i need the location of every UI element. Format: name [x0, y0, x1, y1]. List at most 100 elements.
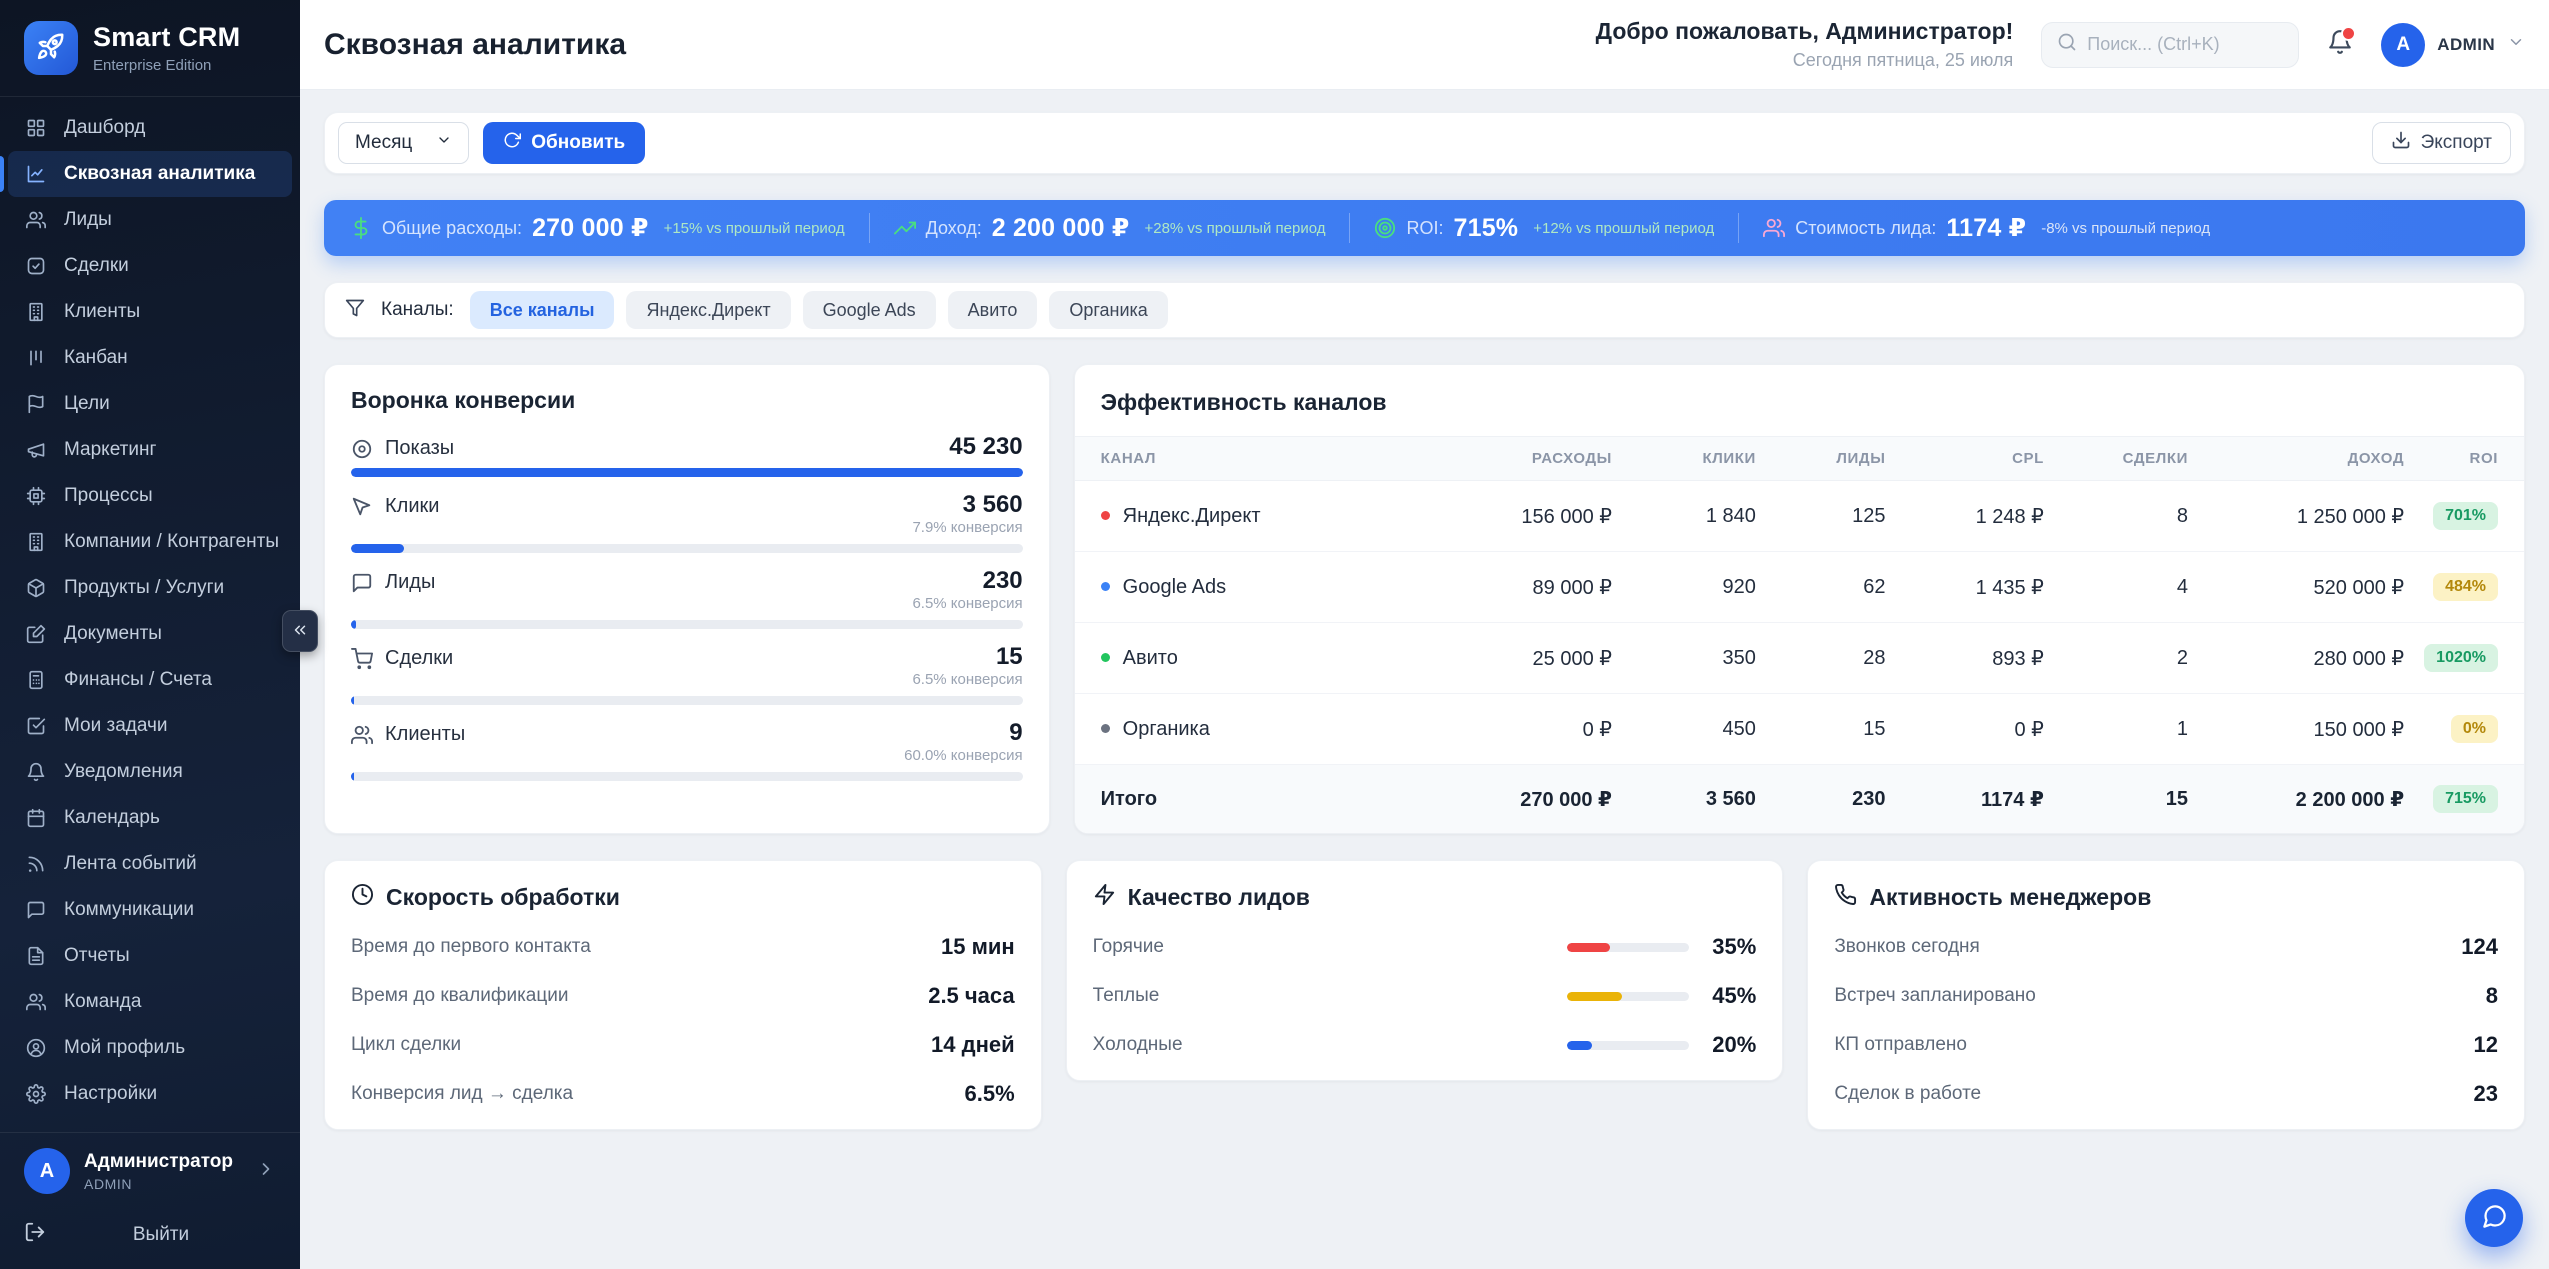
roi-badge: 0% [2451, 715, 2498, 743]
sidebar-item-marketing[interactable]: Маркетинг [8, 427, 292, 473]
sidebar-item-dashboard[interactable]: Дашборд [8, 105, 292, 151]
channels-table-title: Эффективность каналов [1075, 365, 2524, 436]
sidebar-item-settings[interactable]: Настройки [8, 1071, 292, 1117]
channel-chip-all[interactable]: Все каналы [470, 291, 615, 329]
main-area: Сквозная аналитика Добро пожаловать, Адм… [300, 0, 2549, 1269]
welcome-block: Добро пожаловать, Администратор! Сегодня… [1596, 18, 2014, 71]
sidebar-item-finance[interactable]: Финансы / Счета [8, 657, 292, 703]
channel-dot [1101, 582, 1110, 591]
activity-title: Активность менеджеров [1869, 884, 2151, 911]
channel-row: Авито 25 000 ₽35028893 ₽2280 000 ₽ 1020% [1075, 623, 2524, 694]
target-icon [1374, 217, 1396, 239]
quality-row: Горячие 35% [1093, 934, 1757, 960]
export-button[interactable]: Экспорт [2372, 122, 2511, 164]
metrics-row: Скорость обработки Время до первого конт… [324, 860, 2525, 1130]
quality-bar [1567, 992, 1689, 1001]
channel-row: Яндекс.Директ 156 000 ₽1 8401251 248 ₽81… [1075, 481, 2524, 552]
sidebar-item-leads[interactable]: Лиды [8, 197, 292, 243]
channel-chip-avito[interactable]: Авито [948, 291, 1038, 329]
user-role-label: ADMIN [2437, 35, 2495, 55]
sidebar-item-tasks[interactable]: Мои задачи [8, 703, 292, 749]
sidebar-item-kanban[interactable]: Канбан [8, 335, 292, 381]
stat-revenue: Доход: 2 200 000 ₽ +28% vs прошлый перио… [894, 213, 1326, 243]
clock-icon [351, 883, 374, 911]
bell-icon [2327, 29, 2353, 60]
search-box[interactable] [2041, 22, 2299, 68]
building-icon [26, 531, 48, 553]
users-icon [26, 991, 48, 1013]
metric-row: Цикл сделки14 дней [351, 1032, 1015, 1058]
period-select[interactable]: Месяц [338, 122, 469, 164]
stat-delta: +28% vs прошлый период [1144, 220, 1325, 237]
page-title: Сквозная аналитика [324, 28, 626, 62]
funnel-stage: Клиенты 9 60.0% конверсия [351, 720, 1023, 781]
sidebar-collapse-button[interactable] [282, 610, 318, 652]
stat-roi: ROI: 715% +12% vs прошлый период [1374, 214, 1714, 243]
gear-icon [26, 1083, 48, 1105]
stat-divider [1738, 213, 1739, 243]
sidebar-item-team[interactable]: Команда [8, 979, 292, 1025]
sidebar-item-reports[interactable]: Отчеты [8, 933, 292, 979]
dollar-icon [350, 217, 372, 239]
sidebar-item-communications[interactable]: Коммуникации [8, 887, 292, 933]
metric-row: Сделок в работе23 [1834, 1081, 2498, 1107]
sidebar-user[interactable]: A Администратор ADMIN [0, 1132, 300, 1209]
sidebar-item-deals[interactable]: Сделки [8, 243, 292, 289]
channel-row: Органика 0 ₽450150 ₽1150 000 ₽ 0% [1075, 694, 2524, 765]
channel-chip-yandex[interactable]: Яндекс.Директ [626, 291, 790, 329]
search-input[interactable] [2087, 34, 2283, 55]
stat-lead-cost: Стоимость лида: 1174 ₽ -8% vs прошлый пе… [1763, 213, 2210, 243]
funnel-stage: Показы 45 230 [351, 434, 1023, 477]
chat-fab-button[interactable] [2465, 1189, 2523, 1247]
funnel-stage: Сделки 15 6.5% конверсия [351, 644, 1023, 705]
sidebar-item-documents[interactable]: Документы [8, 611, 292, 657]
period-value: Месяц [355, 132, 412, 154]
sidebar-item-products[interactable]: Продукты / Услуги [8, 565, 292, 611]
logout-button[interactable]: Выйти [0, 1209, 300, 1269]
deal-icon [26, 255, 48, 277]
impressions-icon [351, 438, 373, 460]
cpu-icon [26, 485, 48, 507]
sidebar-item-calendar[interactable]: Календарь [8, 795, 292, 841]
sidebar-item-processes[interactable]: Процессы [8, 473, 292, 519]
channel-chip-organic[interactable]: Органика [1049, 291, 1167, 329]
sidebar-item-notifications[interactable]: Уведомления [8, 749, 292, 795]
users-icon [26, 209, 48, 231]
stat-spend: Общие расходы: 270 000 ₽ +15% vs прошлый… [350, 213, 845, 243]
sidebar-item-companies[interactable]: Компании / Контрагенты [8, 519, 292, 565]
users-icon [351, 724, 373, 746]
grid-icon [26, 117, 48, 139]
stat-divider [869, 213, 870, 243]
refresh-button[interactable]: Обновить [483, 122, 645, 164]
metric-row: КП отправлено12 [1834, 1032, 2498, 1058]
calculator-icon [26, 669, 48, 691]
channel-dot [1101, 653, 1110, 662]
file-text-icon [26, 945, 48, 967]
funnel-stages: Показы 45 230 Клики 3 560 7.9% конверсия… [351, 434, 1023, 781]
flag-icon [26, 393, 48, 415]
sidebar-item-events[interactable]: Лента событий [8, 841, 292, 887]
chat-bubble-icon [2481, 1203, 2508, 1233]
phone-icon [1834, 883, 1857, 911]
kpi-stats-bar: Общие расходы: 270 000 ₽ +15% vs прошлый… [324, 200, 2525, 256]
trend-up-icon [894, 217, 916, 239]
roi-badge: 1020% [2424, 644, 2498, 672]
user-menu[interactable]: A ADMIN [2381, 23, 2525, 67]
user-circle-icon [26, 1037, 48, 1059]
download-icon [2391, 130, 2411, 156]
avatar: A [2381, 23, 2425, 67]
building-icon [26, 301, 48, 323]
sidebar-item-profile[interactable]: Мой профиль [8, 1025, 292, 1071]
manager-activity-card: Активность менеджеров Звонков сегодня124… [1807, 860, 2525, 1130]
content: Месяц Обновить Экспорт Общие расходы: 27… [300, 90, 2549, 1269]
stat-delta: -8% vs прошлый период [2041, 220, 2210, 237]
funnel-title: Воронка конверсии [351, 387, 1023, 414]
chevrons-left-icon [291, 621, 309, 642]
sidebar-item-analytics[interactable]: Сквозная аналитика [8, 151, 292, 197]
sidebar-item-clients[interactable]: Клиенты [8, 289, 292, 335]
channel-chip-google[interactable]: Google Ads [803, 291, 936, 329]
sidebar-item-goals[interactable]: Цели [8, 381, 292, 427]
metric-row: Встреч запланировано8 [1834, 983, 2498, 1009]
app-logo: Smart CRM Enterprise Edition [0, 0, 300, 97]
notifications-bell[interactable] [2327, 29, 2353, 60]
